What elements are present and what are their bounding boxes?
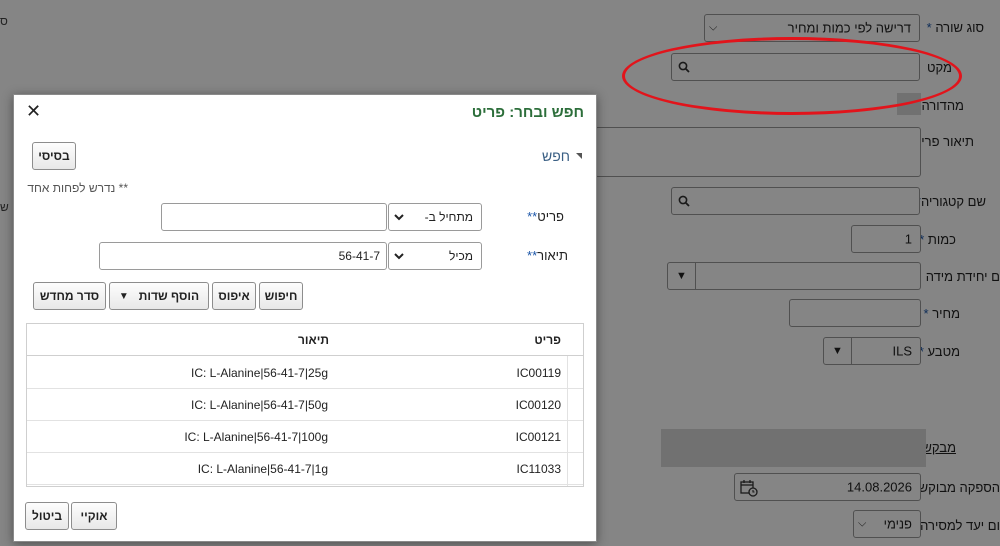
add-fields-label: הוסף שדות xyxy=(138,289,200,303)
table-row[interactable]: IC11033 IC: L-Alanine|56-41-7|1g xyxy=(27,453,583,485)
item-criteria-input[interactable] xyxy=(161,203,387,231)
description-criteria-input[interactable]: 56-41-7 xyxy=(99,242,387,270)
description-criteria-label: תיאור** xyxy=(527,248,568,263)
reorder-button[interactable]: סדר מחדש xyxy=(33,282,106,310)
table-row[interactable]: IC00120 IC: L-Alanine|56-41-7|50g xyxy=(27,389,583,421)
item-cell: IC00119 xyxy=(516,366,561,380)
search-section-header[interactable]: חפש xyxy=(542,148,582,164)
description-column-header[interactable]: תיאור xyxy=(298,333,329,347)
required-hint: ** נדרש לפחות אחד xyxy=(27,181,128,195)
search-button[interactable]: חיפוש xyxy=(259,282,303,310)
chevron-down-icon xyxy=(394,253,404,260)
search-header-label: חפש xyxy=(542,148,570,164)
table-row[interactable]: IC00121 IC: L-Alanine|56-41-7|100g xyxy=(27,421,583,453)
item-cell: IC00121 xyxy=(515,430,561,444)
description-operator-value: מכיל xyxy=(448,249,473,263)
description-cell: IC: L-Alanine|56-41-7|25g xyxy=(191,366,328,380)
highlight-ellipse xyxy=(622,37,962,115)
item-cell: IC00120 xyxy=(515,398,561,412)
description-cell: IC: L-Alanine|56-41-7|1g xyxy=(197,462,328,476)
item-operator-value: מתחיל ב- xyxy=(424,210,473,224)
basic-button[interactable]: בסיסי xyxy=(32,142,76,170)
description-operator-select[interactable]: מכיל xyxy=(388,242,482,270)
cancel-button[interactable]: ביטול xyxy=(25,502,69,530)
item-criteria-label: פריט** xyxy=(527,209,564,224)
item-operator-select[interactable]: מתחיל ב- xyxy=(388,203,482,231)
caret-down-icon: ▼ xyxy=(118,290,129,302)
description-cell: IC: L-Alanine|56-41-7|100g xyxy=(184,430,328,444)
results-table: פריט תיאור IC00119 IC: L-Alanine|56-41-7… xyxy=(26,323,584,487)
table-header-row: פריט תיאור xyxy=(27,324,583,356)
add-fields-button[interactable]: הוסף שדות ▼ xyxy=(109,282,209,310)
chevron-down-icon xyxy=(394,214,404,221)
dialog-title: חפש ובחר: פריט xyxy=(471,104,584,121)
reset-button[interactable]: איפוס xyxy=(212,282,256,310)
collapse-triangle-icon xyxy=(576,153,582,159)
description-criteria-value: 56-41-7 xyxy=(338,249,380,263)
search-select-item-dialog: חפש ובחר: פריט ✕ בסיסי חפש ** נדרש לפחות… xyxy=(13,94,597,542)
table-row[interactable]: IC00119 IC: L-Alanine|56-41-7|25g xyxy=(27,357,583,389)
description-cell: IC: L-Alanine|56-41-7|50g xyxy=(191,398,328,412)
close-icon[interactable]: ✕ xyxy=(26,102,41,120)
item-column-header[interactable]: פריט xyxy=(534,333,561,347)
ok-button[interactable]: אוקיי xyxy=(71,502,117,530)
item-cell: IC11033 xyxy=(516,462,561,476)
